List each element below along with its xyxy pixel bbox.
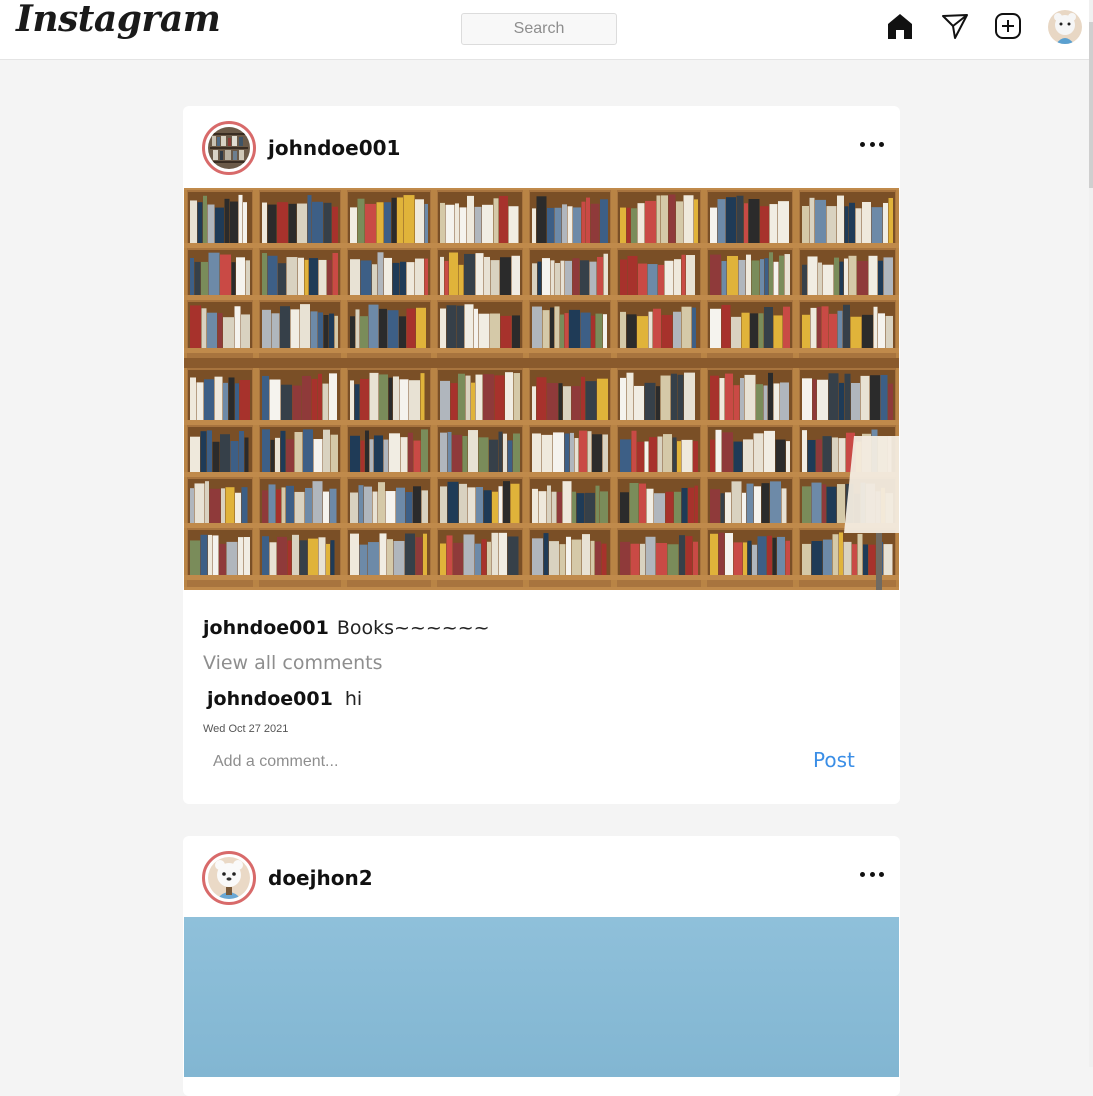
caption-text: Books~~~~~~ [336, 617, 490, 639]
profile-avatar[interactable] [1048, 10, 1082, 44]
add-comment-input[interactable] [203, 750, 783, 774]
comment-text: hi [344, 688, 363, 710]
post-card: johndoe001 johndoe001 Books~~~~~~ View al… [183, 106, 900, 804]
view-all-comments-link[interactable]: View all comments [203, 652, 383, 674]
more-options-icon[interactable] [860, 864, 884, 884]
post-header: doejhon2 [183, 836, 900, 918]
instagram-logo[interactable]: Instagram [16, 0, 221, 40]
caption: johndoe001 Books~~~~~~ [203, 617, 490, 639]
post-comment-button[interactable]: Post [813, 748, 855, 772]
scrollbar-thumb[interactable] [1089, 22, 1093, 188]
new-post-icon[interactable] [993, 11, 1023, 41]
post-card: doejhon2 [183, 836, 900, 1096]
more-options-icon[interactable] [860, 134, 884, 154]
post-image[interactable] [184, 917, 899, 1077]
post-header: johndoe001 [183, 106, 900, 188]
direct-send-icon[interactable] [940, 11, 970, 41]
home-icon[interactable] [885, 11, 915, 41]
top-navbar: Instagram [0, 0, 1089, 60]
caption-username[interactable]: johndoe001 [203, 617, 329, 639]
post-avatar[interactable] [202, 121, 256, 175]
post-username[interactable]: doejhon2 [268, 866, 373, 890]
post-username[interactable]: johndoe001 [268, 136, 400, 160]
bookshelf-photo [183, 185, 900, 592]
post-avatar[interactable] [202, 851, 256, 905]
comment-username[interactable]: johndoe001 [207, 688, 333, 710]
comment: johndoe001 hi [207, 688, 362, 710]
post-image[interactable] [183, 185, 900, 592]
search-input[interactable] [461, 13, 617, 45]
post-date: Wed Oct 27 2021 [203, 723, 289, 735]
